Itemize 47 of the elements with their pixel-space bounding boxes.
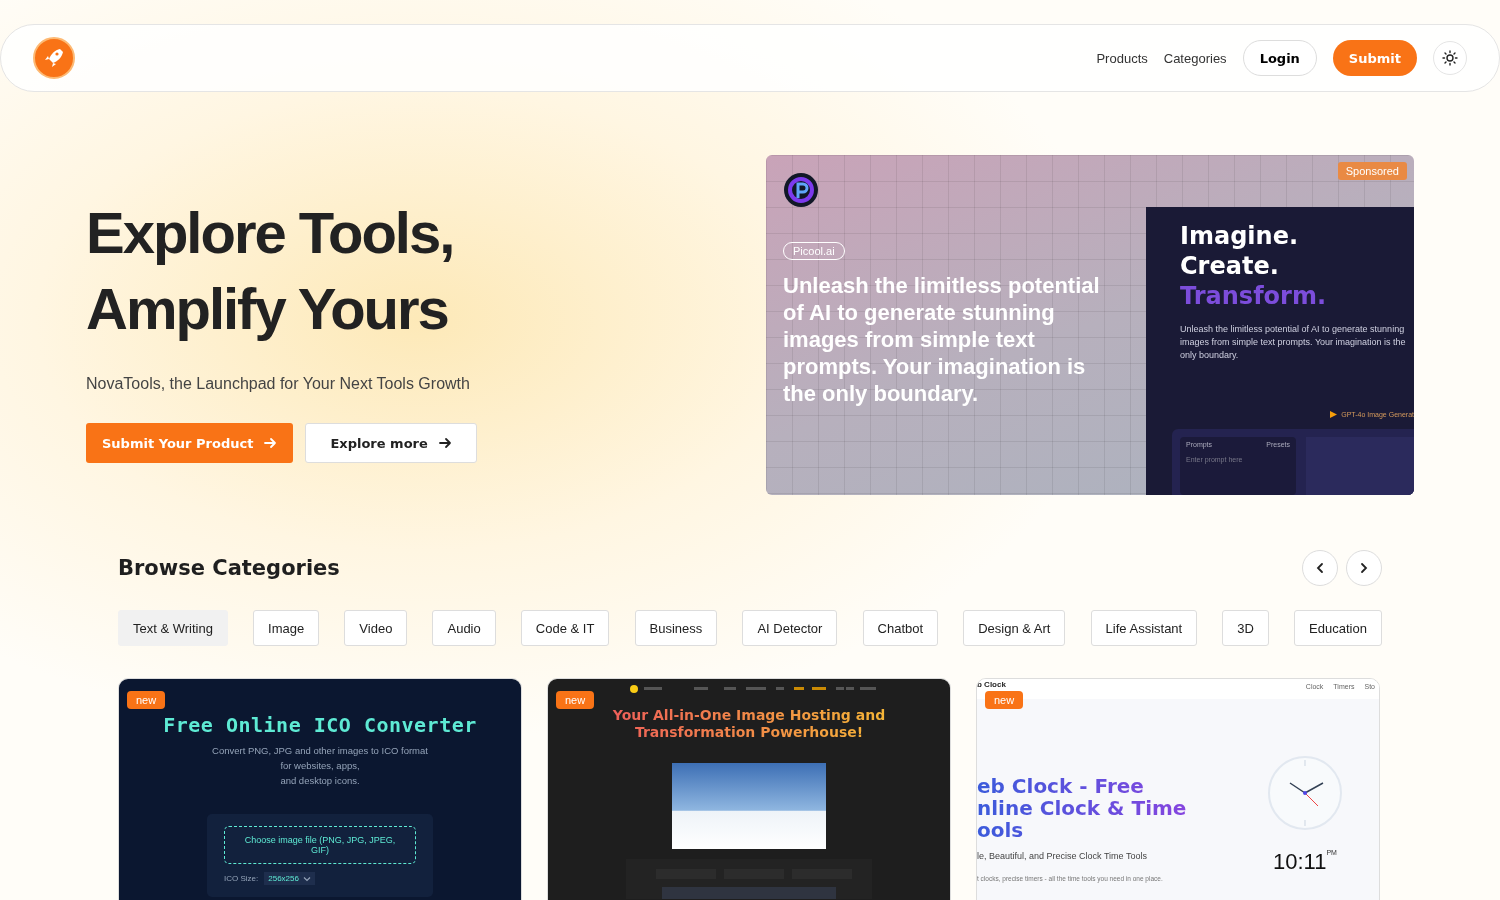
sun-icon [1442,50,1458,66]
hero-subtitle: NovaTools, the Launchpad for Your Next Tools Growth [86,375,471,393]
previous-button[interactable] [1302,550,1338,586]
explore-more-button[interactable]: Explore more [305,423,477,463]
site-name: b Clock [977,680,1006,691]
product-description: Convert PNG, JPG and other images to ICO format for websites, apps, and desktop icons. [211,744,429,788]
nav-link[interactable]: Products [1096,50,1148,66]
section-heading: Browse Categories [118,556,340,580]
category-tab[interactable]: AI Detector [742,610,838,646]
size-label: ICO Size: [224,874,259,883]
arrow-right-icon [437,436,452,450]
clock-icon [1267,755,1343,831]
preview-heading: Imagine. Create. Transform. [1180,221,1328,311]
sponsored-banner[interactable] [766,155,1414,495]
chevron-down-icon [302,874,311,883]
nav-link[interactable]: Categories [1163,50,1227,66]
next-button[interactable] [1346,550,1382,586]
time-display: 10:11 [1273,849,1327,875]
category-tab[interactable]: Code & IT [520,610,610,646]
category-tab[interactable]: Life Assistant [1090,610,1198,646]
hero-heading: Explore Tools, Amplify Yours [86,199,455,343]
rocket-logo-icon [33,37,75,79]
category-tab[interactable]: Text & Writing [118,610,228,646]
category-tab[interactable]: Audio [432,610,496,646]
product-card[interactable]: Your All-in-One Image Hosting and Transformation Powerhouse! new [547,678,951,900]
category-tab[interactable]: Education [1294,610,1382,646]
new-badge: new [127,691,166,709]
product-title: Free Online ICO Converter [162,713,478,737]
category-tab[interactable]: Image [253,610,320,646]
arrow-right-icon [263,436,278,450]
p-logo-icon [783,172,819,208]
file-drop-zone[interactable]: Choose image file (PNG, JPG, JPEG, GIF) [224,826,416,864]
category-tab[interactable]: Design & Art [963,610,1066,646]
product-subtitle: le, Beautiful, and Precise Clock Time Tools [977,851,1148,861]
category-tab[interactable]: Video [344,610,408,646]
theme-toggle-button[interactable] [1433,41,1467,75]
new-badge: new [985,691,1024,709]
banner-headline: Unleash the limitless potential of AI to generate stunning images from simple text prompts. Your imagination is the only boundary. [783,272,1101,407]
size-dropdown[interactable]: 256x256 [264,872,315,885]
new-badge: new [556,691,595,709]
category-tab[interactable]: 3D [1222,610,1269,646]
sponsored-badge: Sponsored [1337,162,1407,180]
category-tab[interactable]: Business [634,610,718,646]
product-card[interactable]: Free Online ICO Converter Convert PNG, JPG and other images to ICO format for websites, apps, and desktop icons. Choose image file (PNG, JPG, JPEG, GIF) ICO Size: 256x256 new [118,678,522,900]
category-tab[interactable]: Chatbot [862,610,939,646]
preview-description: Unleash the limitless potential of AI to generate stunning images from simple text prompts. Your imagination is the only boundary. [1180,323,1406,362]
login-button[interactable]: Login [1242,40,1317,76]
